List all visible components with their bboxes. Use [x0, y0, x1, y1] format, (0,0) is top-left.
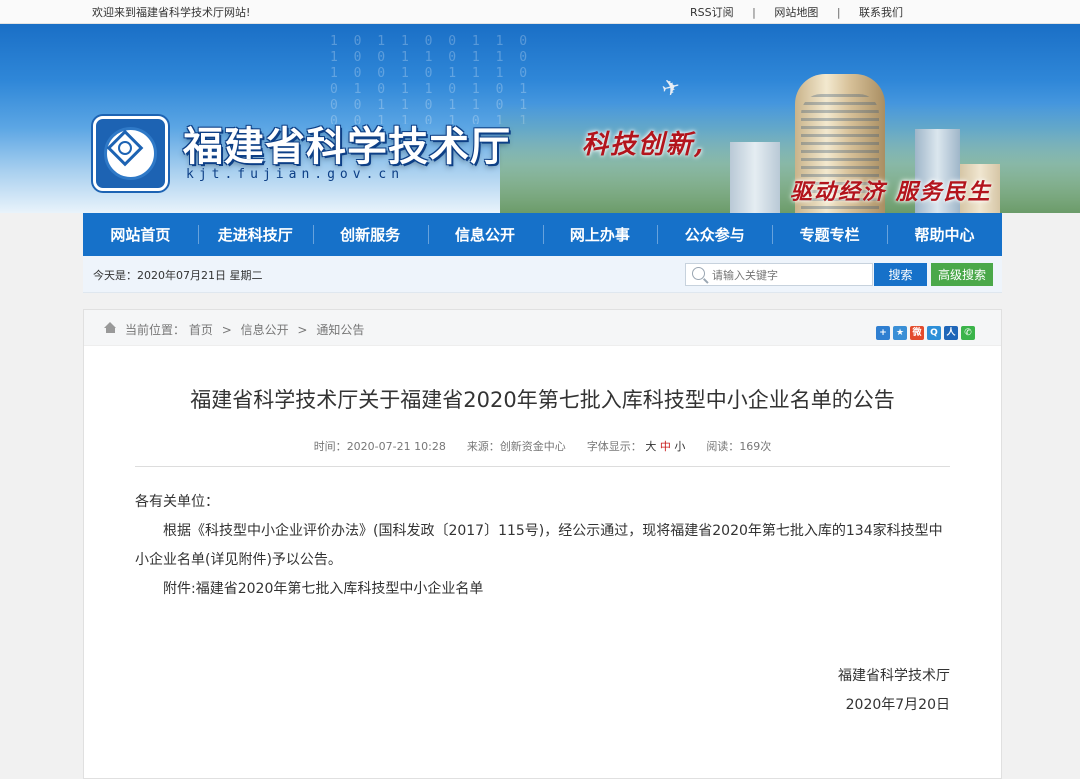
nav-public-participation[interactable]: 公众参与 — [657, 213, 772, 256]
breadcrumb: 当前位置： 首页 > 信息公开 > 通知公告 — [125, 321, 364, 338]
reads-label: 阅读： — [706, 440, 740, 453]
article-body: 各有关单位： 根据《科技型中小企业评价办法》(国科发政〔2017〕115号)，经… — [135, 488, 950, 604]
font-size-medium[interactable]: 中 — [660, 440, 671, 453]
article-title: 福建省科学技术厅关于福建省2020年第七批入库科技型中小企业名单的公告 — [190, 388, 895, 412]
breadcrumb-label: 当前位置： — [125, 323, 186, 337]
font-size-label: 字体显示： — [586, 440, 642, 453]
date-search-bar: 今天是：2020年07月21日 星期二 搜索 高级搜索 — [83, 256, 1002, 293]
nav-help-center[interactable]: 帮助中心 — [887, 213, 1002, 256]
breadcrumb-separator: > — [221, 323, 232, 337]
divider — [135, 466, 950, 467]
atom-icon — [118, 141, 132, 155]
site-banner: 1 0 1 1 0 0 1 1 0 1 0 0 1 1 0 1 1 0 1 0 … — [0, 24, 1080, 213]
rss-link[interactable]: RSS订阅 — [690, 4, 734, 20]
main-nav: 网站首页 走进科技厅 创新服务 信息公开 网上办事 公众参与 专题专栏 帮助中心 — [83, 213, 1002, 256]
signature-date: 2020年7月20日 — [845, 697, 950, 713]
nav-special-topics[interactable]: 专题专栏 — [772, 213, 887, 256]
font-size-small[interactable]: 小 — [674, 440, 685, 453]
font-size-large[interactable]: 大 — [645, 440, 656, 453]
banner-slogan: 科技创新, — [582, 130, 706, 160]
building-image — [730, 142, 780, 213]
current-date: 今天是：2020年07月21日 星期二 — [93, 269, 263, 282]
nav-about[interactable]: 走进科技厅 — [197, 213, 313, 256]
nav-innovation-service[interactable]: 创新服务 — [312, 213, 428, 256]
source-label: 来源： — [466, 440, 500, 453]
article-meta: 时间：2020-07-21 10:28 来源：创新资金中心 字体显示： 大 中 … — [84, 438, 1001, 454]
search-button[interactable]: 搜索 — [874, 263, 927, 286]
signature: 福建省科学技术厅 2020年7月20日 — [838, 662, 950, 720]
contact-link[interactable]: 联系我们 — [859, 4, 903, 20]
breadcrumb-home[interactable]: 首页 — [189, 321, 213, 338]
signature-org: 福建省科学技术厅 — [838, 668, 950, 684]
separator: | — [752, 6, 756, 19]
source: 创新资金中心 — [499, 440, 566, 453]
salutation: 各有关单位： — [135, 494, 219, 510]
breadcrumb-separator: > — [297, 323, 308, 337]
search-box[interactable] — [685, 263, 873, 286]
article-panel: 当前位置： 首页 > 信息公开 > 通知公告 + ★ 微 Q 人 ✆ 福建省科学… — [83, 309, 1002, 779]
top-links: RSS订阅 | 网站地图 | 联系我们 — [690, 4, 903, 20]
sitemap-link[interactable]: 网站地图 — [774, 4, 818, 20]
breadcrumb-info-disclosure[interactable]: 信息公开 — [241, 321, 289, 338]
attachment-line[interactable]: 附件:福建省2020年第七批入库科技型中小企业名单 — [135, 575, 950, 604]
site-title[interactable]: 福建省科学技术厅 — [183, 114, 511, 172]
qzone-icon[interactable]: Q — [927, 326, 941, 340]
search-input[interactable] — [712, 266, 862, 284]
banner-slogan-secondary: 驱动经济 服务民生 — [790, 179, 992, 205]
top-bar: 欢迎来到福建省科学技术厅网站! RSS订阅 | 网站地图 | 联系我们 — [0, 0, 1080, 24]
time-label: 时间： — [313, 440, 347, 453]
plus-icon[interactable]: + — [876, 326, 890, 340]
weibo-icon[interactable]: 微 — [910, 326, 924, 340]
nav-online-service[interactable]: 网上办事 — [542, 213, 658, 256]
publish-time: 2020-07-21 10:28 — [346, 440, 446, 453]
renren-icon[interactable]: 人 — [944, 326, 958, 340]
wechat-icon[interactable]: ✆ — [961, 326, 975, 340]
site-domain: kjt.fujian.gov.cn — [186, 167, 405, 182]
share-bar: + ★ 微 Q 人 ✆ — [876, 326, 975, 340]
search-icon — [692, 267, 705, 280]
breadcrumb-notices[interactable]: 通知公告 — [316, 321, 364, 338]
advanced-search-button[interactable]: 高级搜索 — [931, 263, 993, 286]
nav-home[interactable]: 网站首页 — [83, 213, 198, 256]
article-paragraph: 根据《科技型中小企业评价办法》(国科发政〔2017〕115号)，经公示通过，现将… — [135, 523, 943, 568]
home-icon — [104, 322, 117, 333]
separator: | — [836, 6, 841, 19]
nav-info-disclosure[interactable]: 信息公开 — [427, 213, 543, 256]
welcome-text: 欢迎来到福建省科学技术厅网站! — [92, 6, 251, 19]
site-logo[interactable] — [93, 116, 168, 191]
read-count: 169次 — [739, 440, 772, 453]
breadcrumb-bar: 当前位置： 首页 > 信息公开 > 通知公告 + ★ 微 Q 人 ✆ — [84, 310, 1001, 346]
airplane-icon: ✈ — [659, 74, 684, 103]
star-icon[interactable]: ★ — [893, 326, 907, 340]
